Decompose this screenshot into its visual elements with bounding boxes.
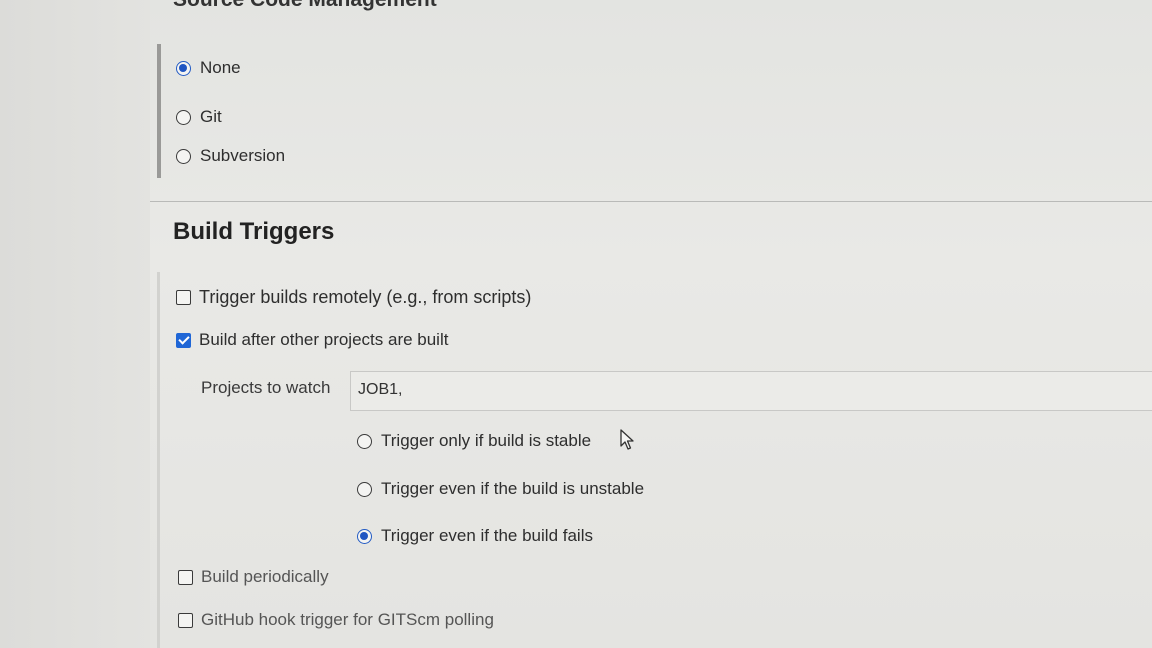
mouse-pointer-icon <box>620 429 634 450</box>
scm-option-none[interactable]: None <box>176 58 241 78</box>
scm-section-title: Source Code Management <box>173 0 437 12</box>
trigger-unstable-radio[interactable] <box>357 481 372 497</box>
build-after-label: Build after other projects are built <box>199 330 449 349</box>
build-after-option[interactable]: Build after other projects are built <box>176 330 448 350</box>
build-after-checkbox[interactable] <box>176 332 191 348</box>
scm-subversion-radio[interactable] <box>176 148 191 164</box>
scm-option-git[interactable]: Git <box>176 107 222 127</box>
build-triggers-bar <box>157 272 160 648</box>
github-hook-option[interactable]: GitHub hook trigger for GITScm polling <box>178 610 494 630</box>
github-hook-checkbox[interactable] <box>178 612 193 628</box>
trigger-remote-checkbox[interactable] <box>176 290 191 305</box>
trigger-stable-label: Trigger only if build is stable <box>381 431 592 450</box>
trigger-unstable-option[interactable]: Trigger even if the build is unstable <box>357 479 644 499</box>
scm-section-bar <box>157 44 161 178</box>
trigger-remote-label: Trigger builds remotely (e.g., from scri… <box>199 287 532 307</box>
trigger-unstable-label: Trigger even if the build is unstable <box>381 479 645 498</box>
job-config-page: Source Code Management None Git Subversi… <box>0 0 1152 648</box>
github-hook-label: GitHub hook trigger for GITScm polling <box>201 610 494 629</box>
build-periodically-checkbox[interactable] <box>178 569 193 585</box>
scm-subversion-label: Subversion <box>200 146 286 165</box>
scm-git-label: Git <box>200 107 222 126</box>
left-gutter <box>0 0 150 648</box>
scm-git-radio[interactable] <box>176 109 191 125</box>
build-periodically-option[interactable]: Build periodically <box>178 567 329 587</box>
build-periodically-label: Build periodically <box>201 567 329 586</box>
trigger-stable-option[interactable]: Trigger only if build is stable <box>357 431 591 451</box>
trigger-fails-radio[interactable] <box>357 528 372 544</box>
projects-to-watch-label: Projects to watch <box>201 378 331 397</box>
trigger-fails-label: Trigger even if the build fails <box>381 526 593 545</box>
trigger-stable-radio[interactable] <box>357 433 372 449</box>
trigger-remote-option[interactable]: Trigger builds remotely (e.g., from scri… <box>176 287 531 308</box>
section-divider <box>150 201 1152 202</box>
build-triggers-title: Build Triggers <box>173 218 335 245</box>
scm-option-subversion[interactable]: Subversion <box>176 146 285 166</box>
scm-none-radio[interactable] <box>176 60 191 76</box>
projects-to-watch-input[interactable]: JOB1, <box>350 371 1152 411</box>
trigger-fails-option[interactable]: Trigger even if the build fails <box>357 526 593 546</box>
scm-none-label: None <box>200 58 241 77</box>
